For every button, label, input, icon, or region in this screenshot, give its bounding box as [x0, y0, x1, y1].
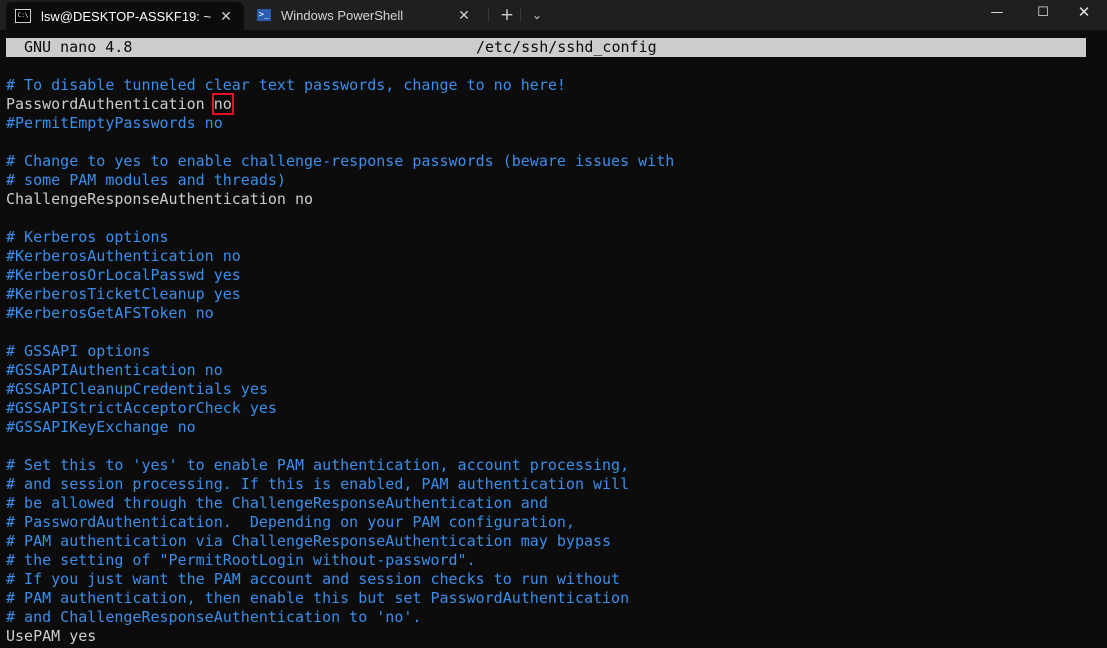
- line-text: # PAM authentication, then enable this b…: [6, 589, 630, 607]
- comment-line: # GSSAPI options: [6, 342, 674, 361]
- comment-line: #GSSAPIAuthentication no: [6, 361, 674, 380]
- line-text: ChallengeResponseAuthentication no: [6, 190, 314, 208]
- line-text: #GSSAPIAuthentication no: [6, 361, 223, 379]
- line-text: #GSSAPICleanupCredentials yes: [6, 380, 268, 398]
- powershell-icon: >_: [257, 9, 271, 21]
- nano-version: GNU nano 4.8: [24, 38, 133, 56]
- comment-line: #KerberosAuthentication no: [6, 247, 674, 266]
- comment-line: # Kerberos options: [6, 228, 674, 247]
- highlighted-value: no: [211, 93, 234, 115]
- divider: [488, 8, 489, 22]
- line-text: #KerberosAuthentication no: [6, 247, 241, 265]
- comment-line: #PermitEmptyPasswords no: [6, 114, 674, 133]
- line-text: # GSSAPI options: [6, 342, 151, 360]
- title-bar: C:\ lsw@DESKTOP-ASSKF19: ~ ✕ >_ Windows …: [0, 0, 1107, 30]
- comment-line: # and ChallengeResponseAuthentication to…: [6, 608, 674, 627]
- comment-line: # Set this to 'yes' to enable PAM authen…: [6, 456, 674, 475]
- config-line: ChallengeResponseAuthentication no: [6, 190, 674, 209]
- comment-line: # Change to yes to enable challenge-resp…: [6, 152, 674, 171]
- blank-line: [6, 209, 674, 228]
- editor-buffer[interactable]: # To disable tunneled clear text passwor…: [6, 76, 674, 646]
- line-text: # PasswordAuthentication. Depending on y…: [6, 513, 575, 531]
- comment-line: # PAM authentication, then enable this b…: [6, 589, 674, 608]
- line-text: # Set this to 'yes' to enable PAM authen…: [6, 456, 630, 474]
- minimize-button[interactable]: —: [974, 0, 1020, 24]
- comment-line: # some PAM modules and threads): [6, 171, 674, 190]
- comment-line: # PasswordAuthentication. Depending on y…: [6, 513, 674, 532]
- line-text: # If you just want the PAM account and s…: [6, 570, 621, 588]
- maximize-button[interactable]: ☐: [1020, 0, 1066, 24]
- close-icon[interactable]: ✕: [216, 6, 236, 26]
- terminal-pane[interactable]: GNU nano 4.8 /etc/ssh/sshd_config # To d…: [0, 30, 1107, 648]
- line-text: #KerberosTicketCleanup yes: [6, 285, 241, 303]
- comment-line: #KerberosOrLocalPasswd yes: [6, 266, 674, 285]
- plus-icon[interactable]: +: [496, 4, 518, 26]
- comment-line: #KerberosTicketCleanup yes: [6, 285, 674, 304]
- comment-line: #GSSAPICleanupCredentials yes: [6, 380, 674, 399]
- config-line: PasswordAuthentication no: [6, 93, 674, 115]
- comment-line: # be allowed through the ChallengeRespon…: [6, 494, 674, 513]
- close-window-button[interactable]: ✕: [1061, 0, 1107, 24]
- line-text: # and session processing. If this is ena…: [6, 475, 630, 493]
- comment-line: # If you just want the PAM account and s…: [6, 570, 674, 589]
- comment-line: # To disable tunneled clear text passwor…: [6, 76, 674, 95]
- line-text: # be allowed through the ChallengeRespon…: [6, 494, 548, 512]
- line-text: #KerberosOrLocalPasswd yes: [6, 266, 241, 284]
- tab-label: lsw@DESKTOP-ASSKF19: ~: [41, 8, 212, 24]
- close-icon[interactable]: ✕: [454, 5, 474, 25]
- line-text: #PermitEmptyPasswords no: [6, 114, 223, 132]
- nano-header-bar: GNU nano 4.8 /etc/ssh/sshd_config: [6, 38, 1086, 57]
- cmd-terminal-icon: C:\: [15, 9, 31, 23]
- line-text: #KerberosGetAFSToken no: [6, 304, 214, 322]
- line-text: # To disable tunneled clear text passwor…: [6, 76, 566, 94]
- comment-line: # PAM authentication via ChallengeRespon…: [6, 532, 674, 551]
- chevron-down-icon[interactable]: ⌄: [526, 4, 548, 26]
- comment-line: #GSSAPIStrictAcceptorCheck yes: [6, 399, 674, 418]
- comment-line: # and session processing. If this is ena…: [6, 475, 674, 494]
- line-text: # Kerberos options: [6, 228, 169, 246]
- tab-wsl-terminal[interactable]: C:\ lsw@DESKTOP-ASSKF19: ~ ✕: [6, 2, 244, 30]
- line-text: # and ChallengeResponseAuthentication to…: [6, 608, 422, 626]
- blank-line: [6, 323, 674, 342]
- blank-line: [6, 133, 674, 152]
- tab-label: Windows PowerShell: [281, 7, 404, 23]
- comment-line: #GSSAPIKeyExchange no: [6, 418, 674, 437]
- config-line: UsePAM yes: [6, 627, 674, 646]
- comment-line: # the setting of "PermitRootLogin withou…: [6, 551, 674, 570]
- line-text: #GSSAPIStrictAcceptorCheck yes: [6, 399, 277, 417]
- tab-windows-powershell[interactable]: >_ Windows PowerShell ✕: [248, 0, 482, 30]
- line-text: # the setting of "PermitRootLogin withou…: [6, 551, 476, 569]
- line-text: # PAM authentication via ChallengeRespon…: [6, 532, 612, 550]
- nano-filename: /etc/ssh/sshd_config: [476, 38, 657, 56]
- line-text: UsePAM yes: [6, 627, 97, 645]
- divider: [520, 8, 521, 22]
- line-text: # some PAM modules and threads): [6, 171, 286, 189]
- line-text: PasswordAuthentication: [6, 95, 214, 113]
- blank-line: [6, 437, 674, 456]
- line-text: # Change to yes to enable challenge-resp…: [6, 152, 675, 170]
- line-text: #GSSAPIKeyExchange no: [6, 418, 196, 436]
- comment-line: #KerberosGetAFSToken no: [6, 304, 674, 323]
